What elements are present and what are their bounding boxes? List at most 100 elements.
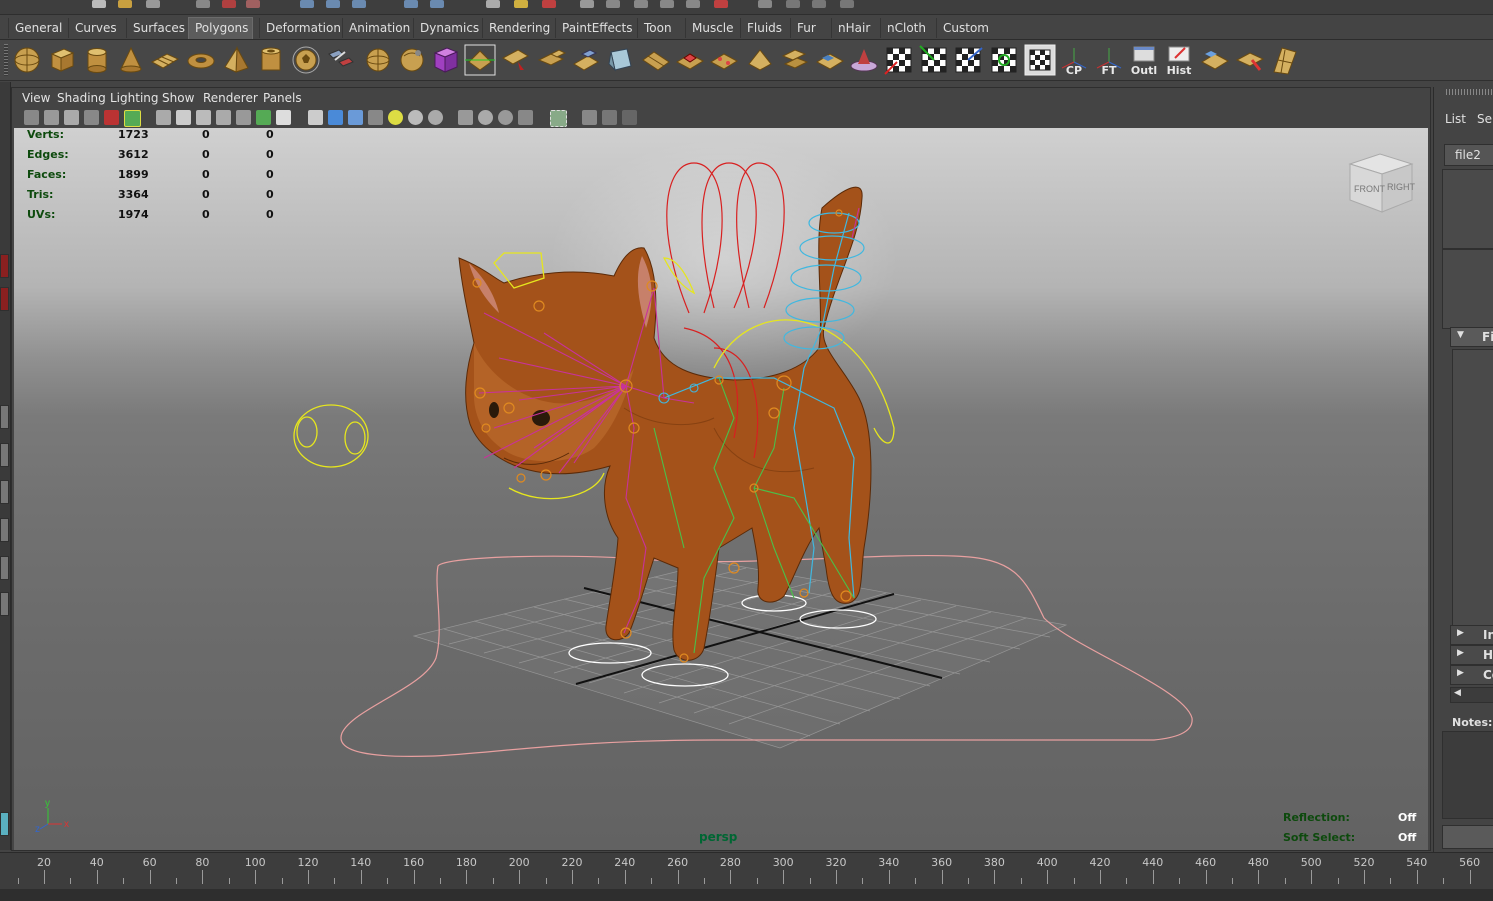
poly-pyramid-icon[interactable]: [220, 44, 252, 76]
fill-hole-icon[interactable]: [570, 44, 602, 76]
separate-icon[interactable]: [362, 44, 394, 76]
poly-cone-icon[interactable]: [115, 44, 147, 76]
tab-deformation[interactable]: Deformation: [259, 18, 347, 38]
selected-menu[interactable]: Sel: [1477, 112, 1493, 126]
wireframe-icon[interactable]: [308, 110, 323, 125]
poly-soccer-ball-icon[interactable]: [290, 44, 322, 76]
snap-live-icon[interactable]: [430, 0, 444, 8]
lasso-tool-button[interactable]: [0, 287, 9, 311]
triangulate-icon[interactable]: [500, 44, 532, 76]
freeze-transformations-button[interactable]: FT: [1093, 44, 1125, 77]
insert-edge-loop-icon[interactable]: [814, 44, 846, 76]
backface-culling-icon[interactable]: [602, 110, 617, 125]
shelf-drag-handle[interactable]: [4, 44, 8, 76]
poly-pipe-icon[interactable]: [255, 44, 287, 76]
move-tool-button[interactable]: [0, 405, 9, 429]
notes-textarea[interactable]: [1442, 731, 1493, 819]
persp-viewport[interactable]: Verts: 1723 0 0 Edges: 3612 0 0 Faces: 1…: [14, 128, 1428, 850]
center-pivot-button[interactable]: CP: [1058, 44, 1090, 77]
view-cube[interactable]: FRONT RIGHT: [1346, 152, 1416, 216]
camera-up-icon[interactable]: [686, 0, 700, 8]
mirror-geometry-icon[interactable]: [464, 44, 496, 76]
screen-space-ao-icon[interactable]: [428, 110, 443, 125]
delete-history-icon[interactable]: [1199, 44, 1231, 76]
combine-icon[interactable]: [325, 44, 357, 76]
tab-general[interactable]: General: [8, 18, 68, 38]
rotate-tool-button[interactable]: [0, 443, 9, 467]
bridge-icon[interactable]: [708, 44, 740, 76]
append-polygon-icon[interactable]: [744, 44, 776, 76]
grid-toggle-icon[interactable]: [156, 110, 171, 125]
tab-muscle[interactable]: Muscle: [685, 18, 740, 38]
show-menu[interactable]: Show: [162, 91, 194, 105]
render-icon[interactable]: [514, 0, 528, 8]
spherical-mapping-icon[interactable]: [952, 44, 984, 76]
list-menu[interactable]: List: [1445, 112, 1466, 126]
layout-single-button[interactable]: [0, 592, 9, 616]
notes-button[interactable]: [1442, 825, 1493, 849]
scroll-left-icon[interactable]: ◀: [1454, 688, 1461, 698]
two-d-pan-zoom-icon[interactable]: [104, 110, 119, 125]
tab-fluids[interactable]: Fluids: [740, 18, 788, 38]
view-cube-front-label[interactable]: FRONT: [1354, 184, 1385, 194]
smooth-shade-icon[interactable]: [328, 110, 343, 125]
resolution-gate-icon[interactable]: [196, 110, 211, 125]
bookmarks-icon[interactable]: [64, 110, 79, 125]
depth-of-field-icon[interactable]: [498, 110, 513, 125]
tab-polygons[interactable]: Polygons: [188, 17, 253, 39]
tab-rendering[interactable]: Rendering: [482, 18, 556, 38]
image-plane-icon[interactable]: [84, 110, 99, 125]
extrude-icon[interactable]: [674, 44, 706, 76]
extract-icon[interactable]: [396, 44, 428, 76]
tab-ncloth[interactable]: nCloth: [880, 18, 932, 38]
tab-surfaces[interactable]: Surfaces: [126, 18, 191, 38]
planar-mapping-icon[interactable]: [883, 44, 915, 76]
reduce-icon[interactable]: [605, 44, 637, 76]
renderer-menu[interactable]: Renderer: [203, 91, 258, 105]
xray-icon[interactable]: [550, 110, 567, 127]
shadows-icon[interactable]: [408, 110, 423, 125]
record-icon[interactable]: [714, 0, 728, 8]
view-cube-right-label[interactable]: RIGHT: [1387, 182, 1416, 192]
cleanup-icon[interactable]: [640, 44, 672, 76]
history-icon[interactable]: [486, 0, 500, 8]
automatic-mapping-icon[interactable]: [988, 44, 1020, 76]
shading-menu[interactable]: Shading: [57, 91, 106, 105]
lasso-icon[interactable]: [222, 0, 236, 8]
hypershade-icon[interactable]: [606, 0, 620, 8]
select-tool-button[interactable]: [0, 254, 9, 278]
poly-cube-icon[interactable]: [46, 44, 78, 76]
channel-box-toggle-icon[interactable]: [758, 0, 772, 8]
poly-cylinder-icon[interactable]: [81, 44, 113, 76]
uv-texture-editor-icon[interactable]: [1024, 44, 1056, 76]
tool-settings-toggle-icon[interactable]: [812, 0, 826, 8]
range-slider[interactable]: [0, 889, 1493, 901]
tab-animation[interactable]: Animation: [342, 18, 416, 38]
wireframe-on-shaded-icon[interactable]: [348, 110, 363, 125]
time-slider[interactable]: 20 40 60 80 100 120 140 160 180 200 220 240 260 280 30…: [0, 852, 1493, 889]
smooth-proxy-icon[interactable]: [430, 44, 462, 76]
new-scene-icon[interactable]: [92, 0, 106, 8]
lighting-menu[interactable]: Lighting: [110, 91, 159, 105]
node-tab-file2[interactable]: file2: [1444, 144, 1493, 166]
anti-aliasing-icon[interactable]: [478, 110, 493, 125]
snap-plane-icon[interactable]: [404, 0, 418, 8]
textured-icon[interactable]: [368, 110, 383, 125]
snap-point-icon[interactable]: [352, 0, 366, 8]
layout-four-button[interactable]: [0, 812, 9, 836]
tab-dynamics[interactable]: Dynamics: [413, 18, 485, 38]
film-gate-icon[interactable]: [176, 110, 191, 125]
camera-icon[interactable]: [634, 0, 648, 8]
snap-grid-icon[interactable]: [300, 0, 314, 8]
section-interactive[interactable]: ▶ In: [1450, 625, 1493, 645]
motion-blur-icon[interactable]: [458, 110, 473, 125]
scale-tool-button[interactable]: [0, 480, 9, 504]
cylindrical-mapping-icon[interactable]: [918, 44, 950, 76]
select-camera-icon[interactable]: [24, 110, 39, 125]
panel-grip[interactable]: [1446, 89, 1492, 95]
ipr-render-icon[interactable]: [542, 0, 556, 8]
view-menu[interactable]: View: [22, 91, 50, 105]
section-color-balance[interactable]: ▶ Co: [1450, 665, 1493, 685]
tab-toon[interactable]: Toon: [637, 18, 678, 38]
select-tool-icon[interactable]: [1234, 44, 1266, 76]
